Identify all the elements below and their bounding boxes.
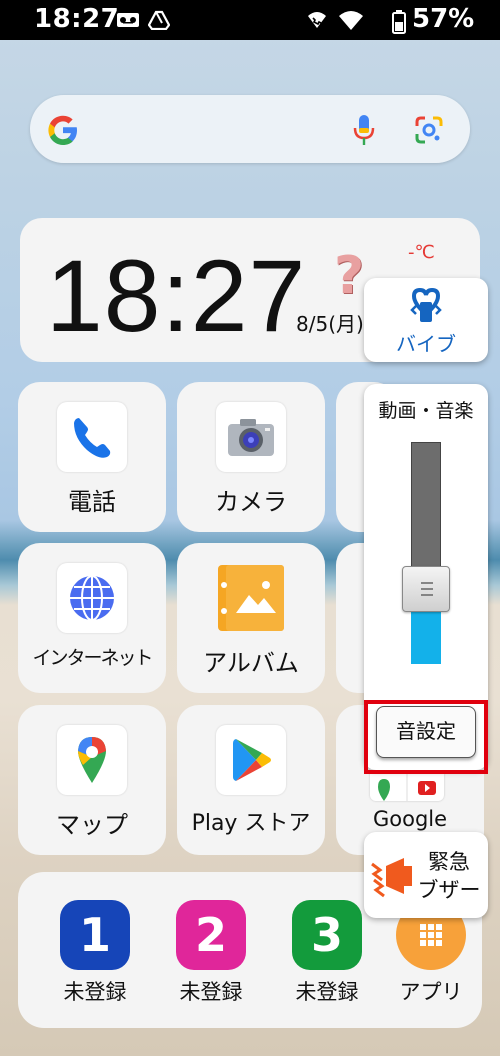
camera-icon bbox=[216, 402, 286, 472]
contact-shortcut-1[interactable]: 1 未登録 bbox=[50, 872, 140, 1004]
google-maps-icon bbox=[57, 725, 127, 795]
app-label: アルバム bbox=[203, 649, 299, 677]
temperature: -℃ bbox=[408, 242, 435, 263]
wifi-icon bbox=[338, 10, 363, 30]
buzzer-label-line1: 緊急 bbox=[428, 850, 470, 874]
phone-icon bbox=[57, 402, 127, 472]
battery-percent: 57% bbox=[412, 4, 475, 34]
vibrate-icon bbox=[406, 286, 446, 330]
app-camera[interactable]: カメラ bbox=[177, 382, 325, 532]
app-label: インターネット bbox=[32, 647, 153, 669]
app-maps[interactable]: マップ bbox=[18, 705, 166, 855]
app-internet[interactable]: インターネット bbox=[18, 543, 166, 693]
contact-shortcut-3[interactable]: 3 未登録 bbox=[282, 872, 372, 1004]
volume-stream-label: 動画・音楽 bbox=[378, 400, 474, 422]
buzzer-icon bbox=[370, 852, 416, 904]
contact-label: 未登録 bbox=[179, 980, 243, 1004]
wifi-calling-icon bbox=[306, 10, 328, 30]
clock-date: 8/5(月) bbox=[296, 312, 364, 336]
vibrate-label: バイブ bbox=[396, 332, 456, 356]
contact-label: 未登録 bbox=[295, 980, 359, 1004]
volume-slider-thumb[interactable] bbox=[402, 566, 450, 612]
app-label: マップ bbox=[56, 811, 128, 839]
app-label: カメラ bbox=[215, 488, 287, 516]
app-phone[interactable]: 電話 bbox=[18, 382, 166, 532]
contact-number-badge: 1 bbox=[60, 900, 130, 970]
google-logo-icon bbox=[46, 113, 80, 151]
app-label: Google bbox=[372, 807, 448, 831]
app-play-store[interactable]: Play ストア bbox=[177, 705, 325, 855]
status-time: 18:27 bbox=[34, 4, 120, 34]
contact-shortcut-2[interactable]: 2 未登録 bbox=[166, 872, 256, 1004]
emergency-buzzer-button[interactable]: 緊急 ブザー bbox=[364, 832, 488, 918]
contact-number-badge: 3 bbox=[292, 900, 362, 970]
album-icon bbox=[216, 563, 286, 633]
clock-time: 18:27 bbox=[46, 239, 307, 353]
buzzer-label-line2: ブザー bbox=[417, 878, 481, 902]
buzzer-label: 緊急 ブザー bbox=[414, 848, 484, 904]
app-drawer-label: アプリ bbox=[399, 980, 463, 1004]
globe-icon bbox=[57, 563, 127, 633]
vibrate-mode-button[interactable]: バイブ bbox=[364, 278, 488, 362]
google-lens-icon[interactable] bbox=[414, 115, 444, 149]
microphone-icon[interactable] bbox=[352, 113, 376, 151]
contact-label: 未登録 bbox=[63, 980, 127, 1004]
status-bar: 18:27 57% bbox=[0, 0, 500, 40]
highlight-box bbox=[364, 700, 488, 774]
voicemail-icon bbox=[116, 10, 139, 30]
play-store-icon bbox=[216, 725, 286, 795]
battery-icon bbox=[392, 10, 406, 34]
drive-icon bbox=[147, 10, 171, 31]
app-label: 電話 bbox=[68, 488, 116, 516]
app-label: Play ストア bbox=[191, 811, 311, 836]
contact-number-badge: 2 bbox=[176, 900, 246, 970]
google-search-bar[interactable] bbox=[30, 95, 470, 163]
unknown-weather-question-icon: ? bbox=[334, 246, 365, 306]
app-album[interactable]: アルバム bbox=[177, 543, 325, 693]
